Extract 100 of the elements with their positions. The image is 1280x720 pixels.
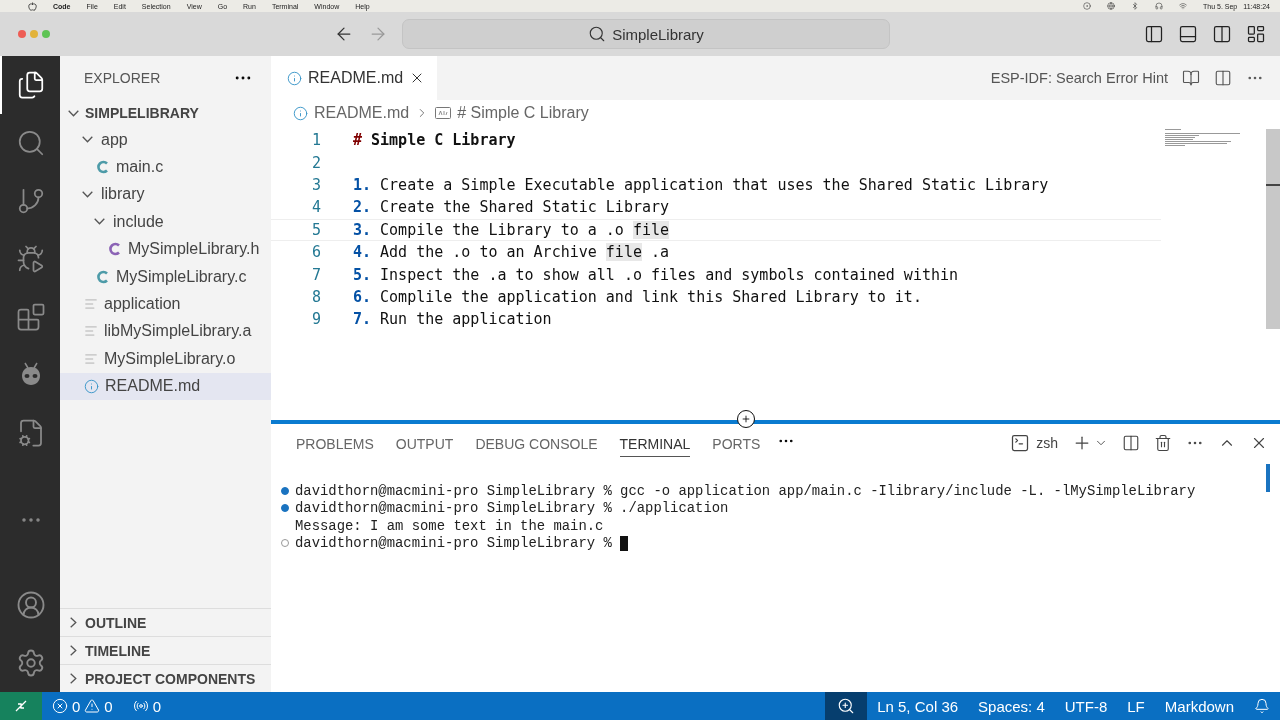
shell-name[interactable]: zsh [1036,435,1058,451]
apple-icon [28,1,37,11]
c-file-icon [96,268,110,285]
info-icon [84,378,99,394]
code-text: Complile the application and link this Shared Library to it. [380,287,922,306]
line-ending-status[interactable]: LF [1117,692,1155,720]
panel-tab[interactable]: OUTPUT [395,429,454,457]
line-number: 7 [310,265,321,284]
split-panel-icon[interactable] [1212,24,1232,44]
trash-icon[interactable] [1154,434,1172,452]
code-text: Compile the Library to a .o [380,220,625,239]
esp-idf-action-link[interactable]: ESP-IDF: Search Error Hint [990,70,1168,86]
chevron-down-icon [82,190,93,198]
language-status[interactable]: Markdown [1154,692,1244,720]
branch-icon [16,186,46,216]
highlighted-word: file [632,220,670,239]
panel-tab[interactable]: DEBUG CONSOLE [475,429,598,457]
remote-icon [14,699,28,713]
lines-icon [84,324,98,339]
command-center-field[interactable]: SimpleLibrary [402,19,890,49]
line-number: 2 [310,153,321,172]
folder-row[interactable]: include [60,208,271,236]
breadcrumb-item[interactable]: README.md [314,104,410,122]
list-marker: 2. [353,198,372,217]
chevron-right-icon [70,673,77,684]
problems-status[interactable]: 0 0 [42,692,123,720]
breadcrumb-item[interactable]: # Simple C Library [457,104,589,122]
bluetooth-icon [1131,2,1139,10]
encoding-status[interactable]: UTF-8 [1054,692,1118,720]
info-icon [287,70,302,86]
bell-icon[interactable] [1254,698,1270,714]
search-icon [16,128,46,158]
code-text: Run the application [380,310,552,329]
files-icon [16,70,46,100]
line-number: 9 [310,310,321,329]
sidebar-section[interactable]: OUTLINE [60,608,271,636]
explorer-entry[interactable]: MySimpleLibrary.c [60,262,271,291]
antenna-icon [132,698,149,714]
code-text: Simple C Library [371,131,516,150]
list-marker: 5. [353,265,372,284]
chevron-down-icon [94,218,105,226]
preview-icon[interactable] [1182,69,1200,87]
layout-icon[interactable] [1246,24,1266,44]
c-file-icon [96,159,110,176]
code-text: Inspect the .a to show all .o files and symbols contained within [380,265,959,284]
split-editor-icon[interactable] [1214,69,1232,87]
code-text: .a [650,243,670,262]
indentation-status[interactable]: Spaces: 4 [968,692,1055,720]
heading-marker: # [353,131,363,150]
explorer-entry[interactable]: MySimpleLibrary.h [60,235,271,263]
cursor-position[interactable]: Ln 5, Col 36 [867,692,969,720]
line-number: 3 [310,175,321,194]
sidebar-section[interactable]: TIMELINE [60,636,271,664]
ports-status[interactable]: 0 [122,692,172,720]
chevron-right-icon [70,617,77,628]
account-icon[interactable] [16,590,46,620]
panel-tab[interactable]: PROBLEMS [296,429,374,457]
editor-tab[interactable]: README.md [271,56,438,100]
bug-play-icon [16,244,46,274]
panel-tab[interactable]: TERMINAL [619,429,691,457]
split-panel-icon[interactable] [1122,434,1140,452]
line-number: 6 [310,243,321,262]
panel-bottom-icon[interactable] [1178,24,1198,44]
blocks-icon [16,302,46,332]
explorer-entry[interactable]: application [60,290,271,318]
remote-button[interactable] [0,692,42,720]
folder-row[interactable]: library [60,180,271,209]
explorer-entry[interactable]: MySimpleLibrary.o [60,345,271,373]
panel-left-icon[interactable] [1144,24,1164,44]
terminal-icon[interactable] [1010,433,1031,453]
code-text: Create the Shared Static Library [380,198,670,217]
list-marker: 4. [353,243,372,262]
terminal-line: davidthorn@macmini-pro SimpleLibrary % gcc -o application app/main.c -Ilibrary/include -L. -lMySimpleLibrary [295,482,1196,499]
h-file-icon [108,241,122,258]
code-text: Create a Simple Executable application that uses the Shared Static Library [380,175,1049,194]
list-marker: 3. [353,220,372,239]
globe-icon [1107,2,1115,10]
settings-icon[interactable] [16,648,46,678]
chevron-right-icon [70,645,77,656]
folder-header[interactable]: SIMPLELIBRARY [60,100,271,126]
zoom-button[interactable] [825,692,868,720]
plus-icon [741,414,751,424]
search-icon [588,25,607,43]
list-marker: 1. [353,175,372,194]
explorer-entry[interactable]: main.c [60,153,271,181]
list-marker: 6. [353,287,372,306]
explorer-entry[interactable]: README.md [60,372,271,400]
zoom-in-icon [837,697,856,715]
line-number: 1 [310,131,321,150]
scrollbar[interactable] [1266,464,1270,492]
terminal-line: Message: I am some text in the main.c [295,517,604,534]
highlighted-word: file [605,243,642,262]
line-number: 8 [310,287,321,306]
list-marker: 7. [353,310,372,329]
folder-row[interactable]: app [60,126,271,154]
text-symbol-icon [435,107,452,119]
terminal-line: davidthorn@macmini-pro SimpleLibrary % ./application [295,500,729,517]
explorer-entry[interactable]: libMySimpleLibrary.a [60,317,271,346]
scrollbar[interactable] [1266,129,1280,329]
panel-tab[interactable]: PORTS [712,429,761,457]
